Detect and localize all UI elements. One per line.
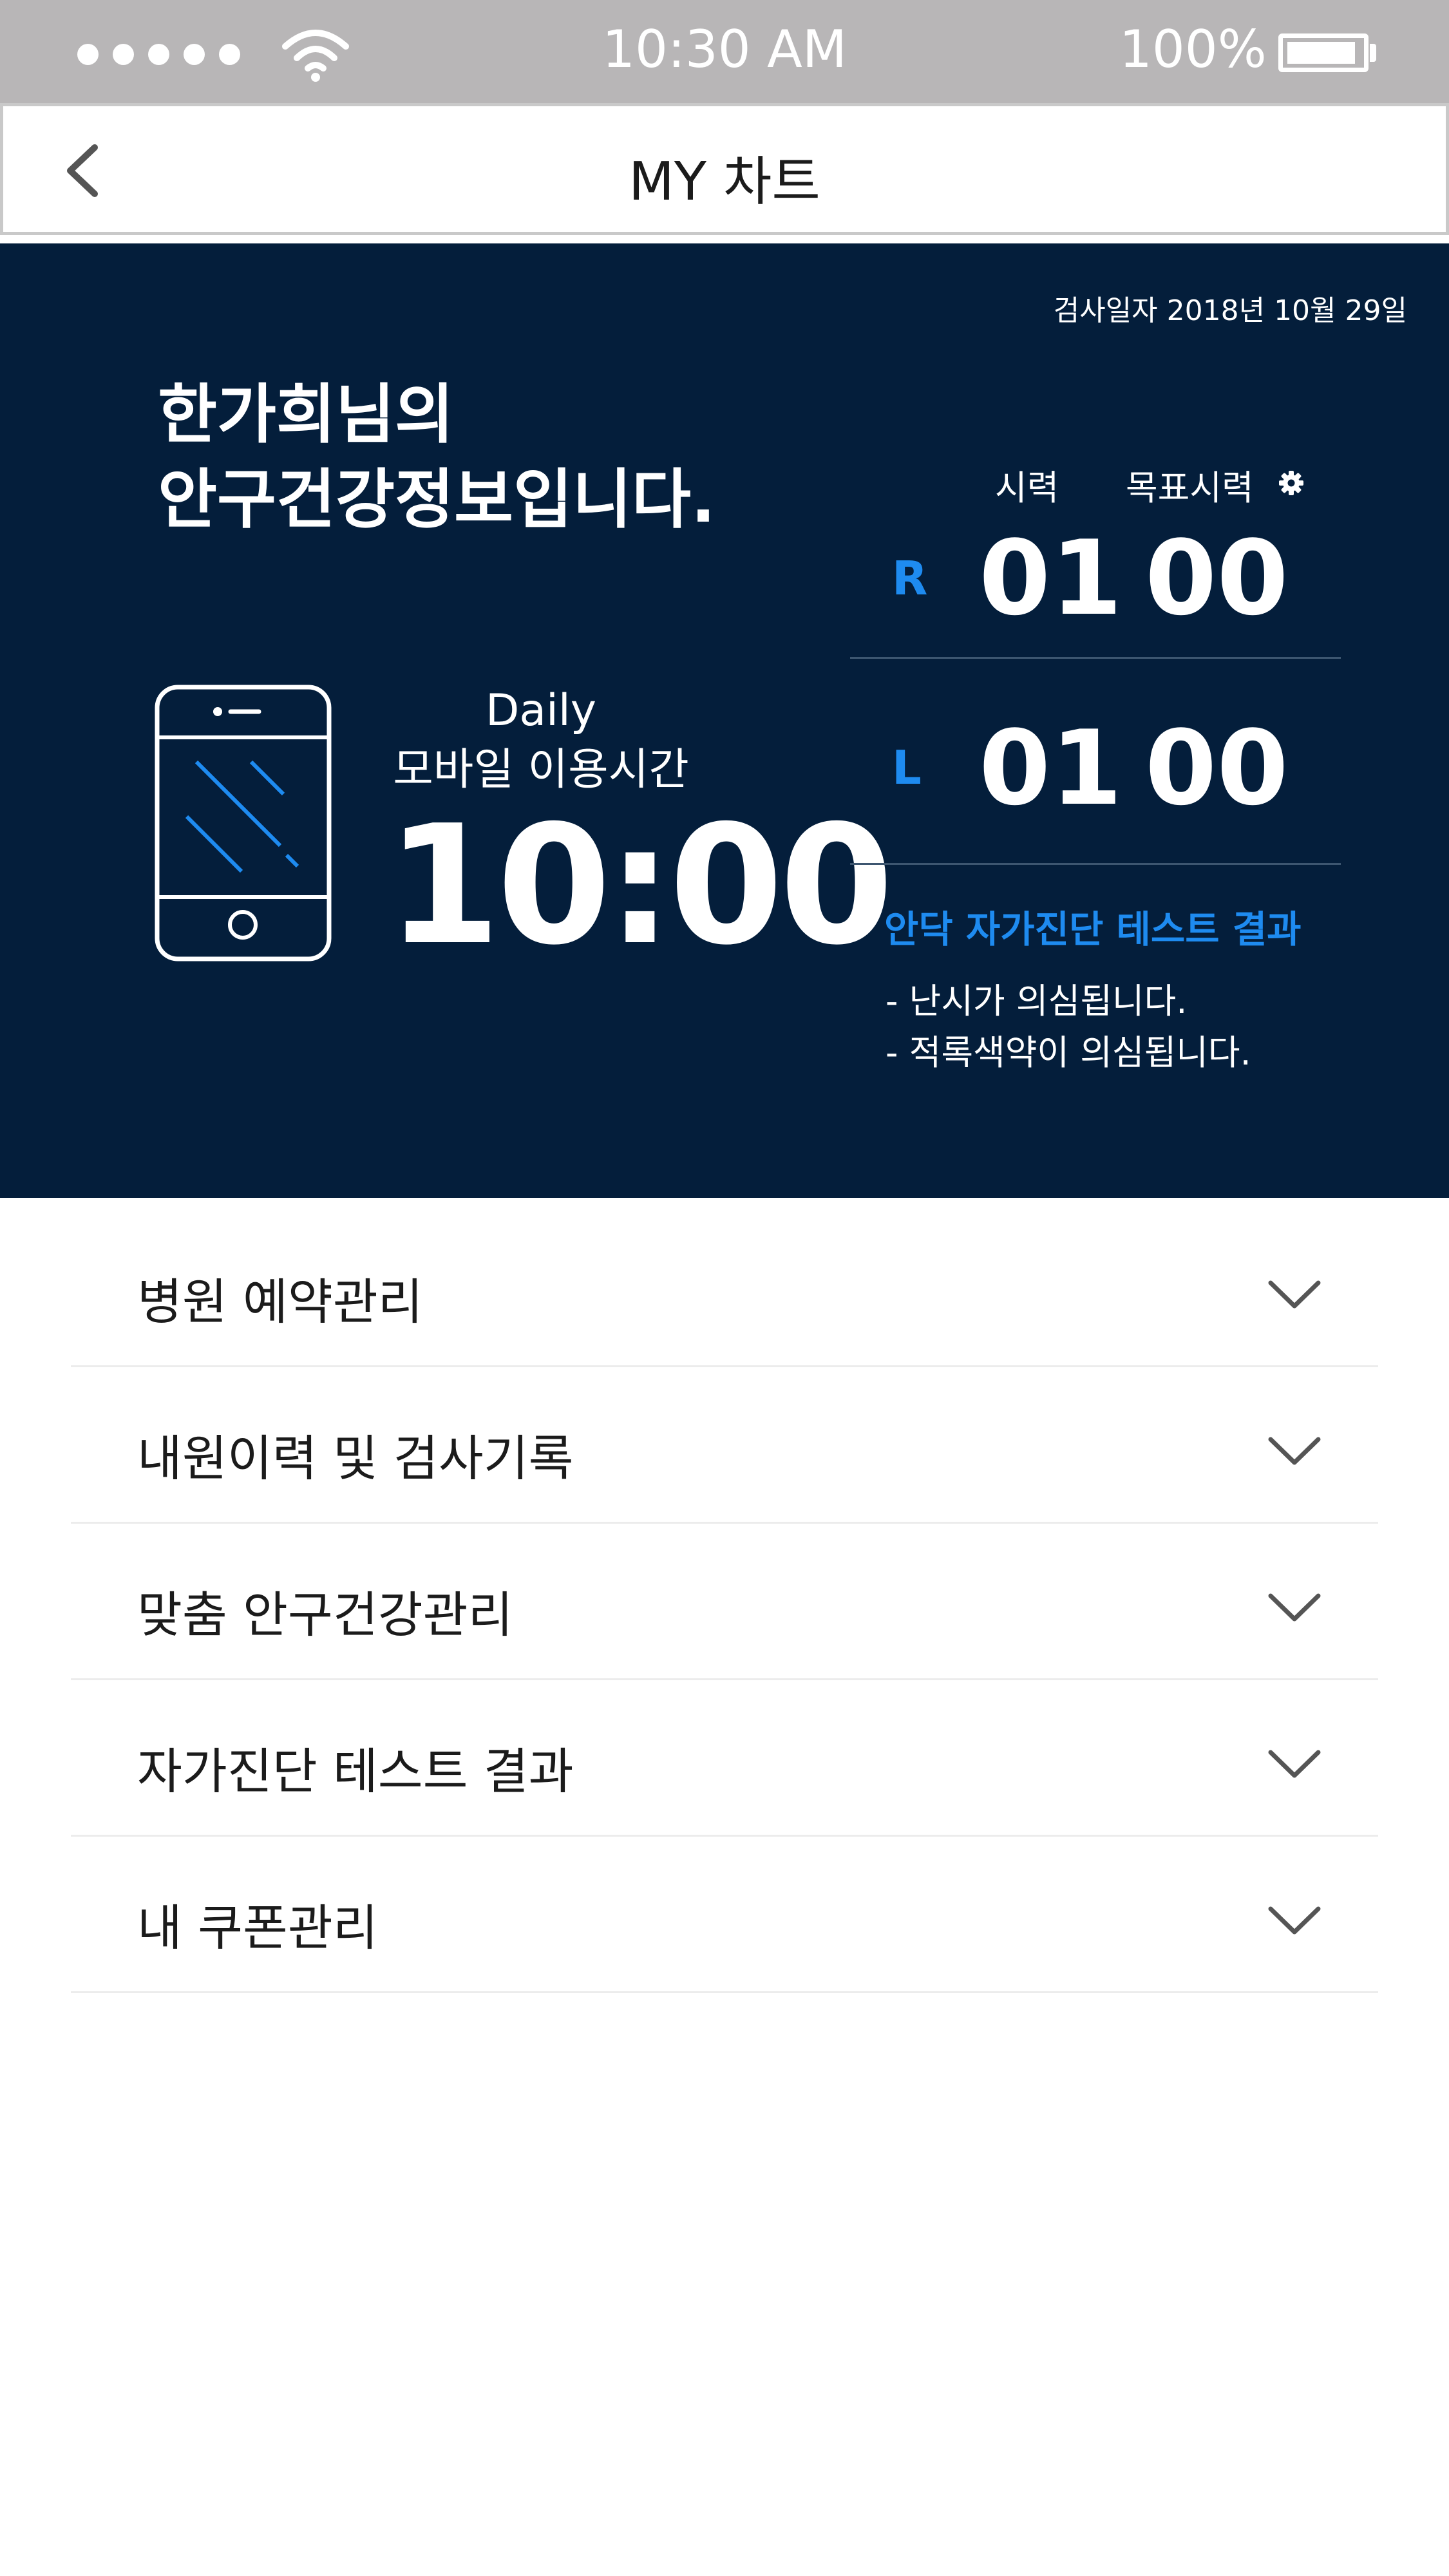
page-title: MY 차트 [629,151,820,213]
menu-item-label: 내 쿠폰관리 [137,1899,378,1956]
menu-item-visit-history[interactable]: 내원이력 및 검사기록 [71,1367,1378,1524]
chevron-down-icon[interactable] [1265,1901,1323,1940]
right-eye-vision: 01 [979,518,1122,638]
left-eye-vision: 01 [979,708,1122,828]
mobile-usage-time: 10:00 [386,790,894,981]
menu-item-self-test-results[interactable]: 자가진단 테스트 결과 [71,1680,1378,1837]
self-test-result: - 적록색약이 의심됩니다. [886,1032,1251,1073]
greeting: 한가희님의 안구건강정보입니다. [158,372,715,542]
nav-bar: MY 차트 [0,103,1449,235]
greeting-line-2: 안구건강정보입니다. [158,462,715,537]
menu-item-label: 자가진단 테스트 결과 [137,1743,574,1800]
left-eye-target: 00 [1145,708,1289,828]
battery-icon [1278,33,1368,72]
chart-menu: 병원 예약관리 내원이력 및 검사기록 맞춤 안구건강관리 자가진단 테스트 결… [71,1211,1378,1993]
right-eye-target: 00 [1145,518,1289,638]
eye-health-dashboard: 검사일자 2018년 10월 29일 한가희님의 안구건강정보입니다. Dail… [0,243,1449,1198]
self-test-title: 안닥 자가진단 테스트 결과 [884,907,1302,951]
gear-icon[interactable] [1278,470,1304,496]
vision-divider [850,657,1341,659]
exam-date: 검사일자 2018년 10월 29일 [1053,294,1407,327]
chevron-down-icon[interactable] [1265,1745,1323,1783]
usage-label-line-1: Daily [485,685,597,736]
vision-header-target: 목표시력 [1126,468,1254,508]
chevron-down-icon[interactable] [1265,1588,1323,1627]
menu-item-hospital-reservation[interactable]: 병원 예약관리 [71,1211,1378,1367]
smartphone-icon [155,685,332,961]
menu-item-label: 병원 예약관리 [137,1273,423,1331]
battery-tip [1370,44,1376,62]
greeting-line-1: 한가희님의 [158,377,454,452]
left-eye-label: L [892,741,922,795]
mobile-usage-label: Daily 모바일 이용시간 [386,681,696,800]
chevron-down-icon[interactable] [1265,1275,1323,1314]
battery-percent: 100% [1119,19,1267,79]
menu-item-label: 맞춤 안구건강관리 [137,1586,513,1643]
vision-divider [850,863,1341,865]
menu-item-coupons[interactable]: 내 쿠폰관리 [71,1837,1378,1993]
menu-item-label: 내원이력 및 검사기록 [137,1430,574,1487]
vision-header-current: 시력 [995,468,1059,508]
self-test-result: - 난시가 의심됩니다. [886,981,1188,1021]
menu-item-eye-care[interactable]: 맞춤 안구건강관리 [71,1524,1378,1680]
status-bar: 10:30 AM 100% [0,0,1449,103]
right-eye-label: R [892,551,928,605]
chevron-down-icon[interactable] [1265,1432,1323,1470]
